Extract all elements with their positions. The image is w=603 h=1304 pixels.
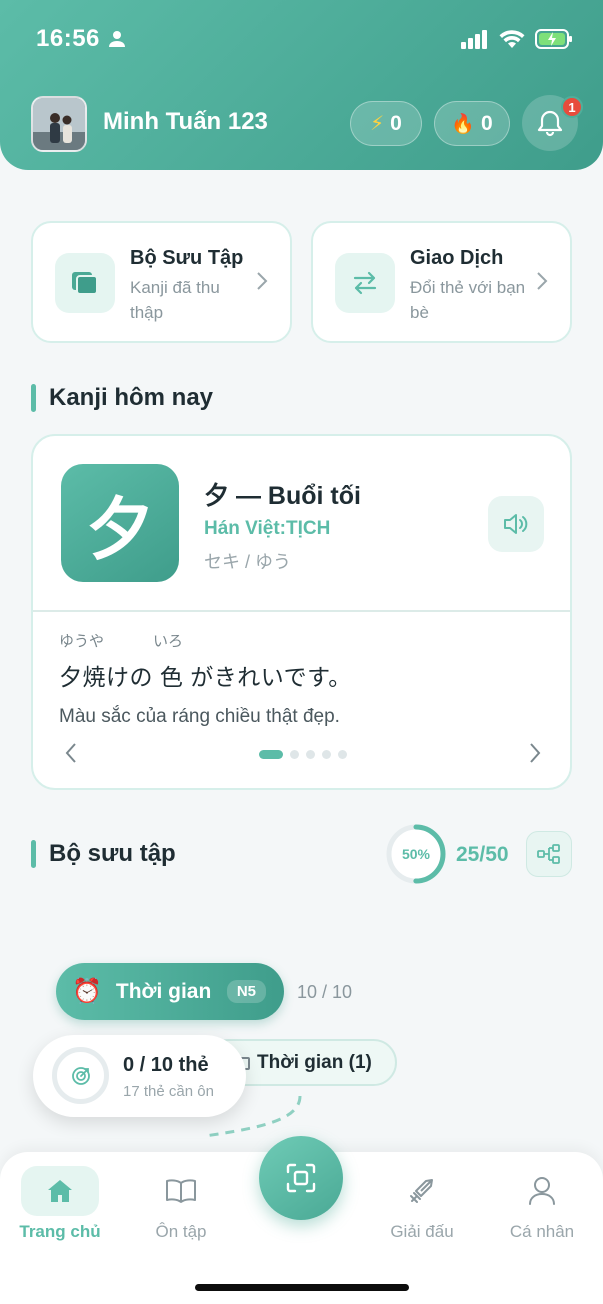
carousel-dots (259, 750, 347, 759)
carousel-dot[interactable] (338, 750, 347, 759)
kanji-reading: セキ / ゆう (204, 552, 292, 572)
nav-tournament[interactable]: Giải đấu (372, 1166, 472, 1242)
book-icon (142, 1166, 220, 1216)
wifi-icon (499, 30, 525, 48)
section-accent-bar (31, 840, 36, 868)
home-icon (21, 1166, 99, 1216)
bell-icon (537, 110, 563, 137)
avatar-photo (33, 98, 85, 150)
trade-card-subtitle: Đổi thẻ với bạn bè (410, 278, 526, 322)
topic-label: Thời gian (115, 979, 212, 1003)
chevron-right-icon (537, 272, 548, 290)
review-subtitle: 17 thẻ cần ôn (123, 1083, 214, 1100)
app-header: 16:56 Minh Tuấn 123 ⚡ 0 🔥 0 1 (0, 0, 603, 170)
carousel-dot[interactable] (290, 750, 299, 759)
scan-icon (286, 1163, 316, 1193)
swap-icon (335, 253, 395, 313)
username: Minh Tuấn 123 (103, 108, 268, 135)
chevron-left-icon[interactable] (65, 742, 77, 764)
review-card[interactable]: 0 / 10 thẻ 17 thẻ cần ôn (33, 1035, 246, 1117)
lightning-icon: ⚡ (370, 113, 385, 135)
status-indicators (461, 29, 573, 49)
subtopic-label: Thời gian (1) (257, 1051, 372, 1073)
nav-review-label: Ôn tập (155, 1222, 207, 1241)
divider (33, 610, 570, 612)
home-indicator (195, 1284, 409, 1291)
furigana: ゆうや (59, 633, 105, 650)
review-progress-ring (52, 1047, 109, 1104)
kanji-section-title: Kanji hôm nay (49, 384, 214, 411)
nav-profile-label: Cá nhân (509, 1222, 575, 1241)
nav-home-label: Trang chủ (19, 1222, 101, 1241)
collection-section-title: Bộ sưu tập (49, 840, 176, 867)
avatar[interactable] (31, 96, 87, 152)
nav-home[interactable]: Trang chủ (10, 1166, 110, 1242)
target-icon (71, 1066, 90, 1085)
example-sentence: 夕焼けの 色 がきれいです。 (59, 664, 352, 690)
user-icon (503, 1166, 581, 1216)
alarm-clock-icon: ⏰ (72, 978, 102, 1005)
cards-icon (55, 253, 115, 313)
trade-card-title: Giao Dịch (410, 247, 504, 269)
signal-icon (461, 30, 487, 49)
kanji-character: 夕 (61, 464, 179, 582)
notification-badge: 1 (561, 96, 583, 118)
scan-button[interactable] (259, 1136, 343, 1220)
streak-value: 0 (480, 111, 493, 135)
kanji-card[interactable]: 夕 夕 — Buổi tối Hán Việt:TỊCH セキ / ゆう ゆうや… (31, 434, 572, 790)
collection-card-title: Bộ Sưu Tập (130, 247, 244, 269)
section-accent-bar (31, 384, 36, 412)
topic-progress: 10 / 10 (297, 982, 353, 1002)
collection-progress-ring: 50% (386, 824, 446, 884)
topic-level-badge: N5 (226, 980, 266, 1003)
energy-counter[interactable]: ⚡ 0 (350, 101, 422, 146)
streak-counter[interactable]: 🔥 0 (434, 101, 510, 146)
kanji-headline: 夕 — Buổi tối (204, 482, 361, 510)
nav-profile[interactable]: Cá nhân (492, 1166, 592, 1242)
trade-card[interactable]: Giao Dịch Đổi thẻ với bạn bè (311, 221, 572, 343)
status-time: 16:56 (36, 25, 100, 52)
tree-view-button[interactable] (526, 831, 572, 877)
carousel-dot[interactable] (259, 750, 283, 759)
sword-icon (383, 1166, 461, 1216)
topic-thoi-gian[interactable]: ⏰ Thời gian N5 (56, 963, 284, 1020)
collection-count: 25/50 (456, 843, 509, 866)
person-icon (108, 31, 125, 47)
energy-value: 0 (390, 111, 402, 135)
carousel-dot[interactable] (322, 750, 331, 759)
fire-icon: 🔥 (451, 113, 475, 135)
tree-icon (537, 844, 560, 864)
chevron-right-icon (257, 272, 268, 290)
play-audio-button[interactable] (488, 496, 544, 552)
nav-review[interactable]: Ôn tập (131, 1166, 231, 1242)
battery-icon (535, 29, 572, 49)
kanji-han-viet: Hán Việt:TỊCH (204, 518, 331, 539)
example-meaning: Màu sắc của ráng chiều thật đẹp. (59, 706, 340, 727)
status-bar: 16:56 (36, 22, 573, 56)
furigana: いろ (153, 633, 184, 650)
chevron-right-icon[interactable] (529, 742, 541, 764)
progress-percent: 50% (401, 846, 431, 862)
carousel-dot[interactable] (306, 750, 315, 759)
speaker-icon (504, 514, 528, 534)
collection-card-subtitle: Kanji đã thu thập (130, 278, 220, 322)
review-title: 0 / 10 thẻ (123, 1054, 209, 1076)
nav-tournament-label: Giải đấu (390, 1222, 454, 1241)
collection-card[interactable]: Bộ Sưu Tập Kanji đã thu thập (31, 221, 292, 343)
